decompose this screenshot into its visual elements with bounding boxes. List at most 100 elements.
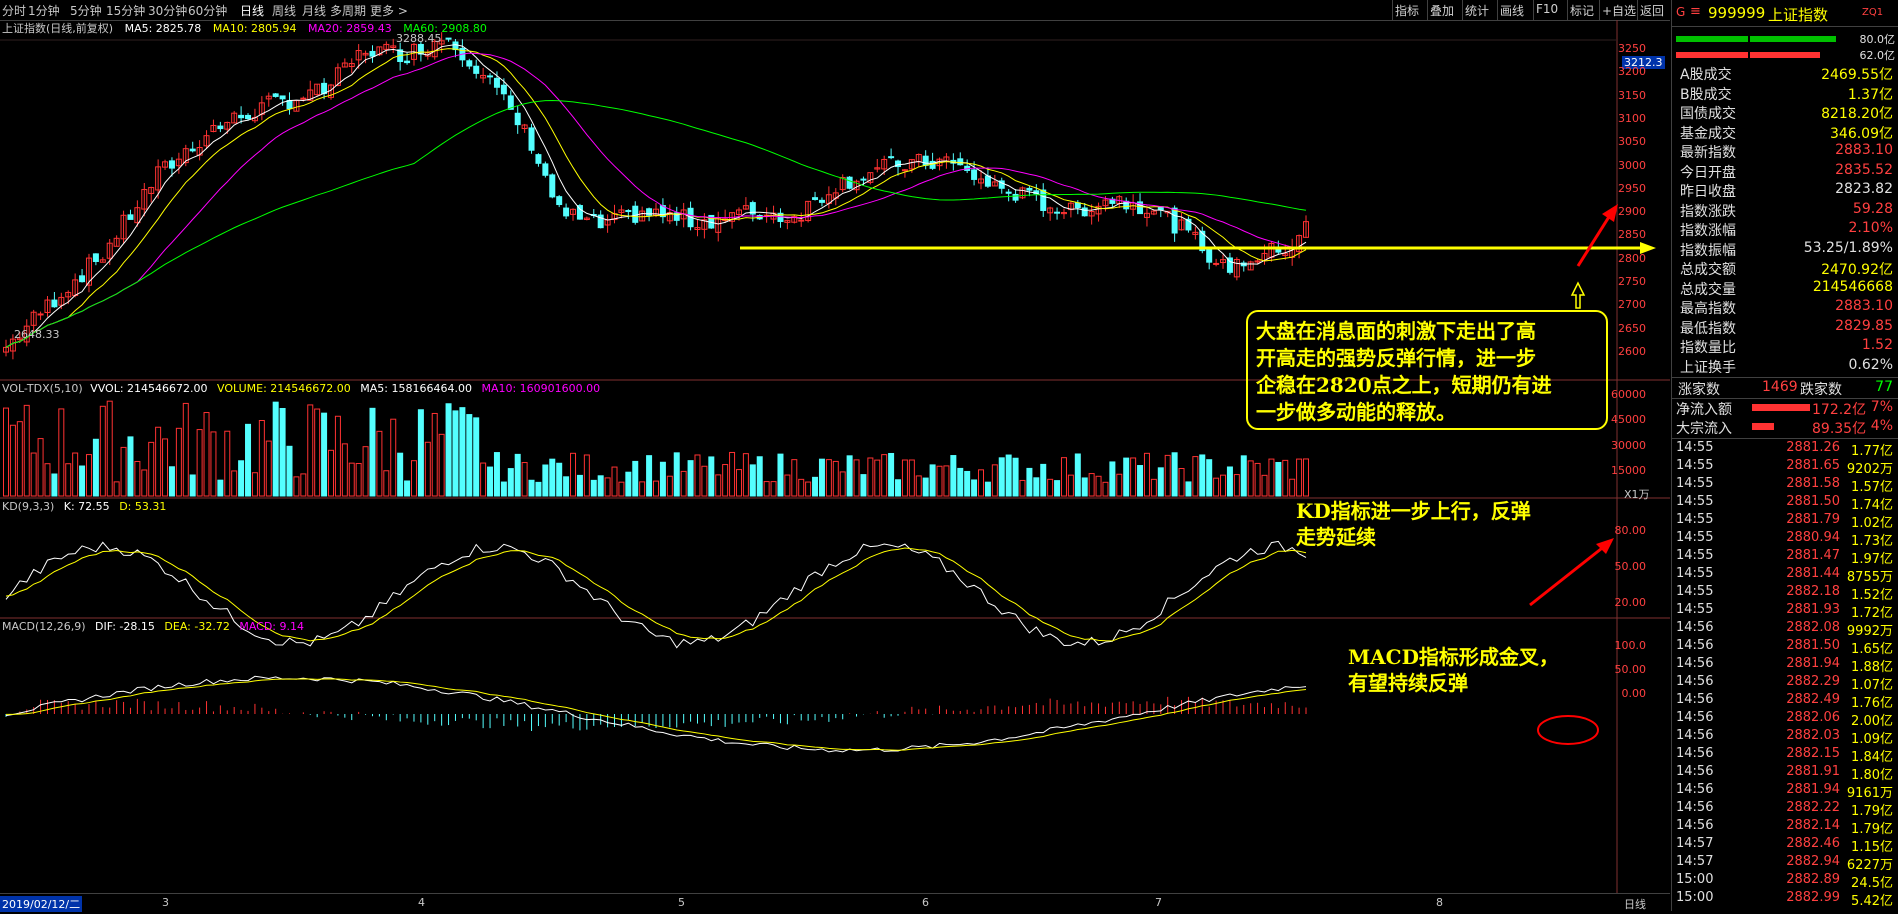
y-tick-label: 3000 (1618, 158, 1646, 172)
volume-bar (666, 475, 673, 497)
candle-body (452, 41, 459, 51)
volume-bar (293, 476, 300, 497)
volume-bar (162, 438, 169, 497)
menu-icon[interactable]: ≡ (1690, 4, 1701, 19)
toolbar-tool-button[interactable]: 统计 (1465, 2, 1489, 19)
volume-bar (1164, 454, 1171, 497)
period-label[interactable]: 日线 (1624, 896, 1646, 912)
toolbar-tool-button[interactable]: 标记 (1570, 2, 1594, 19)
bar-value-1: 80.0亿 (1859, 33, 1896, 46)
tick-time: 14:55 (1676, 584, 1714, 599)
volume-bar (58, 408, 65, 497)
tick-volume: 1.57亿 (1851, 480, 1893, 495)
volume-bar (1303, 458, 1309, 497)
volume-bar (521, 462, 528, 497)
candle-body (632, 205, 639, 223)
stat-value: 0.62% (1848, 356, 1893, 373)
volume-bar (493, 452, 500, 497)
volume-bar (708, 456, 715, 497)
candle-body (888, 156, 895, 159)
timeframe-tab[interactable]: 更多 > (370, 2, 408, 19)
stat-row: 基金成交 346.09亿 (1672, 123, 1898, 142)
candle-body (37, 313, 44, 316)
candle-body (404, 60, 411, 64)
stat-label: 总成交量 (1680, 281, 1736, 298)
stat-label: 国债成交 (1680, 106, 1736, 122)
volume-bar (1033, 477, 1040, 497)
candle-body (79, 275, 86, 283)
candle-body (1074, 202, 1081, 209)
volume-bar (715, 474, 722, 497)
timeframe-tab[interactable]: 30分钟 (148, 2, 187, 19)
annotation-line: MACD指标形成金叉， (1348, 645, 1559, 669)
stat-value: 2835.52 (1835, 161, 1893, 178)
volume-bar (549, 458, 556, 497)
timeframe-tab[interactable]: 5分钟 (70, 2, 102, 19)
stat-value: 2823.82 (1835, 181, 1893, 197)
stat-label: 总成交额 (1680, 262, 1736, 278)
volume-bar (860, 474, 867, 497)
toolbar-tool-button[interactable]: 画线 (1500, 2, 1524, 19)
y-tick-label: 80.00 (1614, 524, 1647, 537)
tick-volume: 1.02亿 (1851, 516, 1893, 531)
candle-body (473, 65, 480, 74)
toolbar-tool-button[interactable]: +自选 (1602, 2, 1636, 19)
volume-bar (369, 407, 376, 497)
stat-value: 2469.55亿 (1821, 67, 1893, 83)
candle-body (860, 178, 867, 181)
volume-bar (279, 407, 286, 497)
toolbar-tool-button[interactable]: 返回 (1640, 2, 1664, 19)
kline-chart-area[interactable]: 上证指数(日线,前复权) MA5: 2825.78 MA10: 2805.94 … (0, 20, 1670, 912)
tick-row: 15:00 2882.99 5.42亿 (1672, 890, 1898, 909)
tick-volume: 1.77亿 (1851, 444, 1893, 459)
timeframe-tab[interactable]: 1分钟 (28, 2, 60, 19)
volume-bar (729, 451, 736, 497)
candle-body (1005, 191, 1012, 194)
tick-price: 2881.91 (1786, 764, 1840, 779)
macd-readout: MACD: 9.14 (239, 620, 304, 633)
volume-bar (1213, 477, 1220, 497)
volume-bar (224, 430, 231, 497)
toolbar-tool-button[interactable]: 叠加 (1430, 2, 1454, 19)
toolbar-tool-button[interactable]: F10 (1536, 2, 1558, 16)
timeframe-tab[interactable]: 15分钟 (106, 2, 145, 19)
volume-bar (742, 453, 749, 497)
tick-volume: 2.00亿 (1851, 714, 1893, 729)
volume-bar (756, 456, 763, 497)
volume-bar (936, 465, 943, 497)
stat-value: 2470.92亿 (1821, 262, 1893, 278)
toolbar-tool-button[interactable]: 指标 (1395, 2, 1419, 19)
tick-row: 14:56 2881.94 1.88亿 (1672, 656, 1898, 675)
volume-bar (812, 476, 819, 497)
volume-bar (874, 459, 881, 497)
tick-time: 14:56 (1676, 692, 1714, 707)
tick-volume: 1.79亿 (1851, 804, 1893, 819)
volume-bar (1185, 481, 1192, 497)
volume-bar (1019, 479, 1026, 497)
volume-bar (376, 430, 383, 497)
tick-volume: 1.07亿 (1851, 678, 1893, 693)
y-tick-label: 0.00 (1621, 687, 1647, 700)
volume-bar (659, 461, 666, 497)
tick-time: 14:55 (1676, 458, 1714, 473)
tick-row: 14:56 2881.50 1.65亿 (1672, 638, 1898, 657)
volume-bar (417, 409, 424, 497)
timeframe-tab[interactable]: 多周期 (330, 2, 366, 19)
timeframe-tab[interactable]: 周线 (272, 2, 296, 19)
tick-price: 2881.94 (1786, 656, 1840, 671)
tick-price: 2882.49 (1786, 692, 1840, 707)
timeframe-tab[interactable]: 60分钟 (188, 2, 227, 19)
tick-volume: 1.65亿 (1851, 642, 1893, 657)
timeframe-tab[interactable]: 日线 (240, 2, 264, 19)
volume-bar (1247, 460, 1254, 497)
stat-label: 今日开盘 (1680, 164, 1736, 181)
y-tick-label: 2950 (1618, 181, 1646, 195)
tick-time: 14:55 (1676, 512, 1714, 527)
y-tick-label: 3250 (1618, 42, 1646, 55)
volume-bar (307, 404, 314, 497)
timeframe-tab[interactable]: 分时 (2, 2, 26, 19)
stat-row: 今日开盘 2835.52 (1672, 162, 1898, 181)
timeframe-tab[interactable]: 月线 (302, 2, 326, 19)
annotation-line: KD指标进一步上行，反弹 (1296, 499, 1531, 523)
tick-time: 14:56 (1676, 674, 1714, 689)
